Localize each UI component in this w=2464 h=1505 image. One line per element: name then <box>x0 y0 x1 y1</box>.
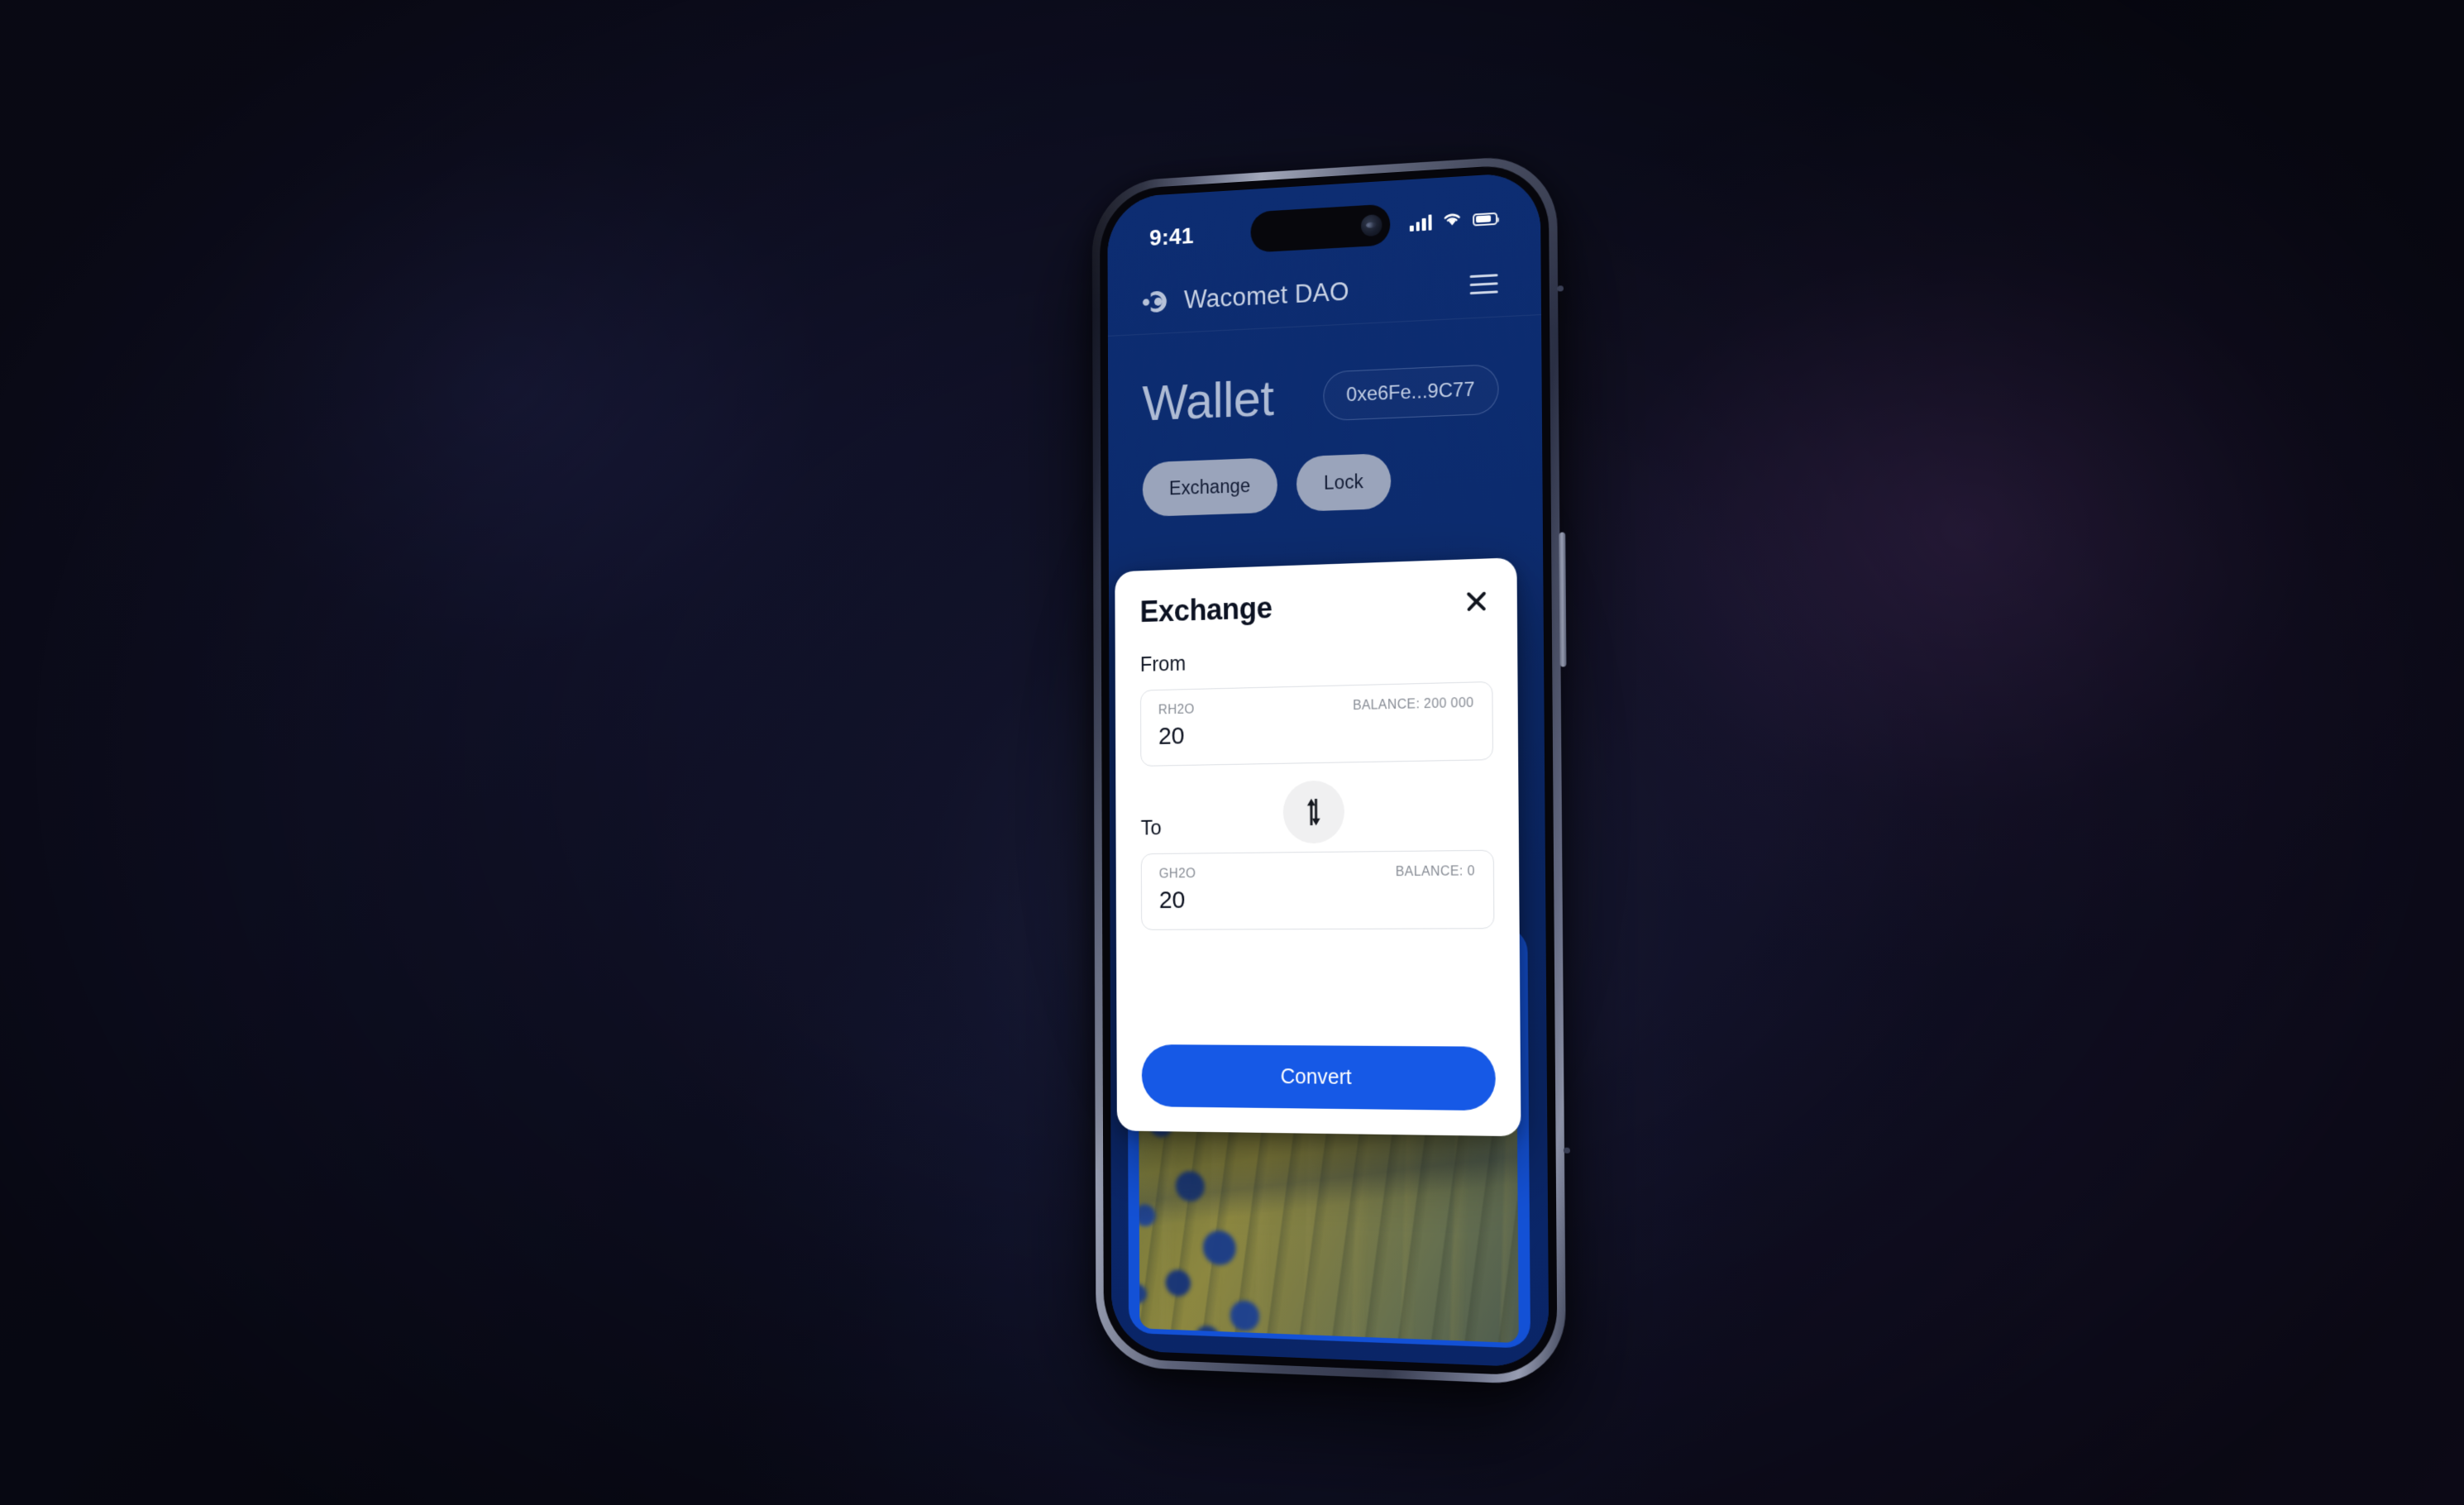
to-balance: BALANCE: 0 <box>1395 864 1475 880</box>
front-camera-icon <box>1360 213 1382 237</box>
from-label: From <box>1139 652 1187 676</box>
from-amount-field[interactable]: RH2O BALANCE: 200 000 20 <box>1140 681 1493 767</box>
brand[interactable]: Wacomet DAO <box>1142 274 1349 318</box>
cellular-signal-icon <box>1409 213 1432 232</box>
to-meta: GH2O BALANCE: 0 <box>1159 864 1475 882</box>
from-amount-value[interactable]: 20 <box>1158 716 1474 751</box>
modal-title: Exchange <box>1139 590 1273 628</box>
to-amount-value[interactable]: 20 <box>1159 885 1475 915</box>
close-icon[interactable] <box>1460 585 1492 619</box>
to-token-symbol: GH2O <box>1158 867 1196 882</box>
tab-exchange[interactable]: Exchange <box>1142 457 1278 517</box>
brand-name: Wacomet DAO <box>1183 276 1349 314</box>
status-bar-indicators <box>1409 208 1498 233</box>
exchange-modal: Exchange From RH2O BALANCE: 200 000 20 T… <box>1115 557 1521 1137</box>
from-token-symbol: RH2O <box>1158 702 1195 718</box>
from-meta: RH2O BALANCE: 200 000 <box>1158 696 1474 719</box>
wifi-icon <box>1441 210 1463 232</box>
status-bar-time: 9:41 <box>1149 222 1194 251</box>
wacomet-logo-icon <box>1142 284 1175 319</box>
convert-button[interactable]: Convert <box>1141 1044 1496 1111</box>
to-amount-field[interactable]: GH2O BALANCE: 0 20 <box>1140 849 1495 930</box>
tab-lock[interactable]: Lock <box>1296 452 1392 512</box>
scene: 9:41 Wacomet DAO Wallet 0xe6Fe...9C77 Ex… <box>0 0 2464 1505</box>
wallet-address-chip[interactable]: 0xe6Fe...9C77 <box>1322 364 1499 422</box>
phone-seam-bottom <box>1563 1147 1571 1154</box>
modal-header: Exchange <box>1140 584 1492 629</box>
page-title: Wallet <box>1142 370 1274 432</box>
dynamic-island <box>1250 203 1391 253</box>
battery-icon <box>1473 212 1498 227</box>
wallet-action-tabs: Exchange Lock <box>1142 452 1392 517</box>
from-balance: BALANCE: 200 000 <box>1353 695 1474 714</box>
